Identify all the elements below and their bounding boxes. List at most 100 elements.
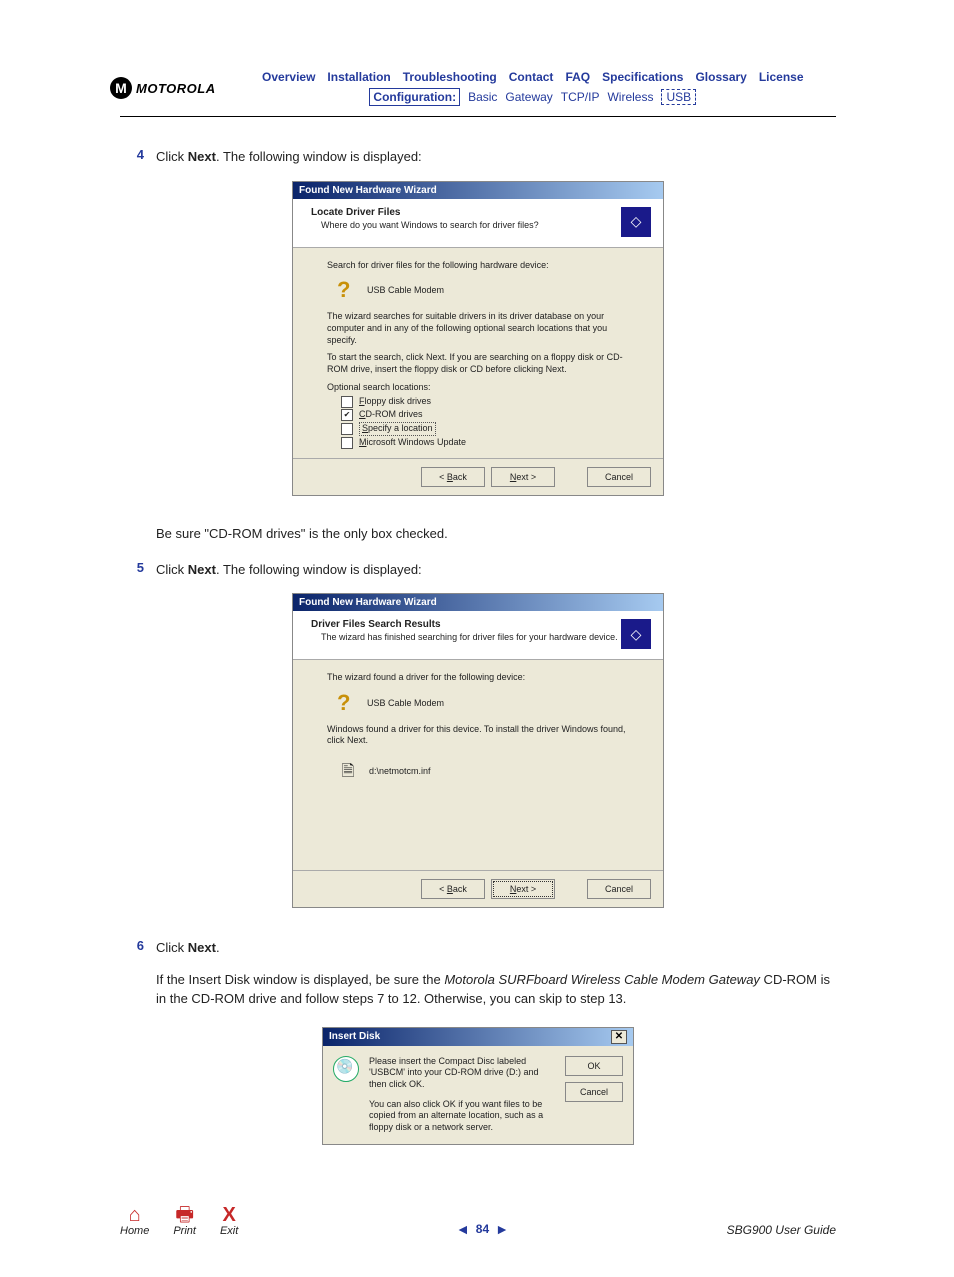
nav-contact[interactable]: Contact [509,70,554,84]
subnav-tcpip[interactable]: TCP/IP [561,90,600,104]
wizard2-cancel-button[interactable]: Cancel [587,879,651,899]
wizard2-path: d:\netmotcm.inf [369,766,431,778]
step-4-text-a: Click [156,149,188,164]
wizard1-banner-sub: Where do you want Windows to search for … [311,220,621,230]
sub-nav: Configuration: Basic Gateway TCP/IP Wire… [236,88,830,106]
wizard1-banner-title: Locate Driver Files [311,207,621,218]
checkbox-cdrom[interactable]: ✔ CD-ROM drives [341,409,635,421]
wizard1-device: USB Cable Modem [367,285,444,297]
wizard-locate-driver-files: Found New Hardware Wizard Locate Driver … [292,181,664,497]
main-nav: Overview Installation Troubleshooting Co… [236,70,830,84]
nav-troubleshooting[interactable]: Troubleshooting [403,70,497,84]
dialog3-ok-button[interactable]: OK [565,1056,623,1076]
wizard2-next-button[interactable]: Next > [491,879,555,899]
wizard1-line1: Search for driver files for the followin… [327,260,635,272]
page-number: 84 [476,1222,489,1236]
step-4-next: Next [188,149,216,164]
chk-wu-pre: M [359,437,367,447]
step-6-para-b: Motorola SURFboard Wireless Cable Modem … [444,972,760,987]
exit-icon: X [222,1205,235,1225]
document-header: M MOTOROLA Overview Installation Trouble… [110,70,830,106]
hardware-icon: ◇ [621,619,651,649]
hardware-icon: ◇ [621,207,651,237]
nav-faq[interactable]: FAQ [565,70,590,84]
dialog3-title: Insert Disk [329,1031,380,1042]
wizard2-banner-sub: The wizard has finished searching for dr… [311,632,621,642]
inf-file-icon: 🗎 [337,761,359,783]
insert-disk-dialog: Insert Disk ✕ Please insert the Compact … [322,1027,634,1145]
logo-badge-icon: M [110,77,132,99]
chk-cd-rest: D-ROM drives [366,409,423,419]
nav-license[interactable]: License [759,70,804,84]
subnav-wireless[interactable]: Wireless [607,90,653,104]
step-4: 4 Click Next. The following window is di… [120,147,836,167]
home-icon: ⌂ [129,1205,141,1225]
logo-text: MOTOROLA [136,81,216,96]
subnav-basic[interactable]: Basic [468,90,497,104]
wizard1-line2: The wizard searches for suitable drivers… [327,311,635,346]
step-6-next: Next [188,940,216,955]
home-button[interactable]: ⌂ Home [120,1205,149,1237]
checkbox-icon-checked[interactable]: ✔ [341,409,353,421]
step-4-number: 4 [120,147,156,167]
checkbox-icon[interactable] [341,423,353,435]
subnav-gateway[interactable]: Gateway [505,90,552,104]
step-6-text-c: . [216,940,220,955]
step-5-next: Next [188,562,216,577]
wizard2-banner-title: Driver Files Search Results [311,619,621,630]
chk-spec-rest: pecify a location [368,423,433,433]
wizard1-cancel-button[interactable]: Cancel [587,467,651,487]
wizard2-line1: The wizard found a driver for the follow… [327,672,635,684]
step-5-number: 5 [120,560,156,580]
nav-overview[interactable]: Overview [262,70,315,84]
wizard1-opt-label: Optional search locations: [327,382,635,394]
step-5-text-c: . The following window is displayed: [216,562,422,577]
page-navigation: ◄ 84 ► [456,1221,509,1237]
print-button[interactable]: 🖶 Print [173,1205,196,1237]
step-6-number: 6 [120,938,156,1009]
step-5: 5 Click Next. The following window is di… [120,560,836,580]
wizard2-titlebar: Found New Hardware Wizard [293,594,663,611]
motorola-logo: M MOTOROLA [110,77,216,99]
question-mark-icon: ? [337,279,357,303]
dialog3-para2: You can also click OK if you want files … [369,1099,555,1134]
step-5-text-a: Click [156,562,188,577]
dialog3-cancel-button[interactable]: Cancel [565,1082,623,1102]
wizard2-device: USB Cable Modem [367,698,444,710]
checkbox-floppy[interactable]: Floppy disk drives [341,396,635,408]
wizard1-line3: To start the search, click Next. If you … [327,352,635,375]
checkbox-icon[interactable] [341,396,353,408]
step-6-para-a: If the Insert Disk window is displayed, … [156,972,444,987]
wizard1-titlebar: Found New Hardware Wizard [293,182,663,199]
step-4-note: Be sure "CD-ROM drives" is the only box … [156,524,836,544]
wizard1-next-button[interactable]: Next > [491,467,555,487]
chk-floppy-rest: loppy disk drives [365,396,432,406]
document-footer: ⌂ Home 🖶 Print X Exit ◄ 84 ► SBG900 User… [120,1205,836,1237]
exit-button[interactable]: X Exit [220,1205,238,1237]
wizard1-back-button[interactable]: < Back [421,467,485,487]
nav-glossary[interactable]: Glossary [695,70,746,84]
question-mark-icon: ? [337,692,357,716]
step-6-text-a: Click [156,940,188,955]
step-6: 6 Click Next. If the Insert Disk window … [120,938,836,1009]
subnav-usb-current[interactable]: USB [661,89,696,105]
wizard2-back-button[interactable]: < Back [421,879,485,899]
print-icon: 🖶 [175,1205,194,1225]
close-icon[interactable]: ✕ [611,1030,627,1044]
nav-specifications[interactable]: Specifications [602,70,683,84]
checkbox-icon[interactable] [341,437,353,449]
dialog3-para1: Please insert the Compact Disc labeled '… [369,1056,555,1091]
chk-wu-rest: icrosoft Windows Update [367,437,467,447]
step-4-note-row: Be sure "CD-ROM drives" is the only box … [120,524,836,544]
prev-page-icon[interactable]: ◄ [456,1221,470,1237]
checkbox-windows-update[interactable]: Microsoft Windows Update [341,437,635,449]
configuration-label: Configuration: [369,88,460,106]
checkbox-specify[interactable]: Specify a location [341,422,635,436]
wizard-driver-search-results: Found New Hardware Wizard Driver Files S… [292,593,664,908]
step-4-text-c: . The following window is displayed: [216,149,422,164]
header-rule [120,116,836,117]
disc-icon [333,1056,359,1082]
wizard2-line2: Windows found a driver for this device. … [327,724,635,747]
nav-installation[interactable]: Installation [327,70,390,84]
next-page-icon[interactable]: ► [495,1221,509,1237]
